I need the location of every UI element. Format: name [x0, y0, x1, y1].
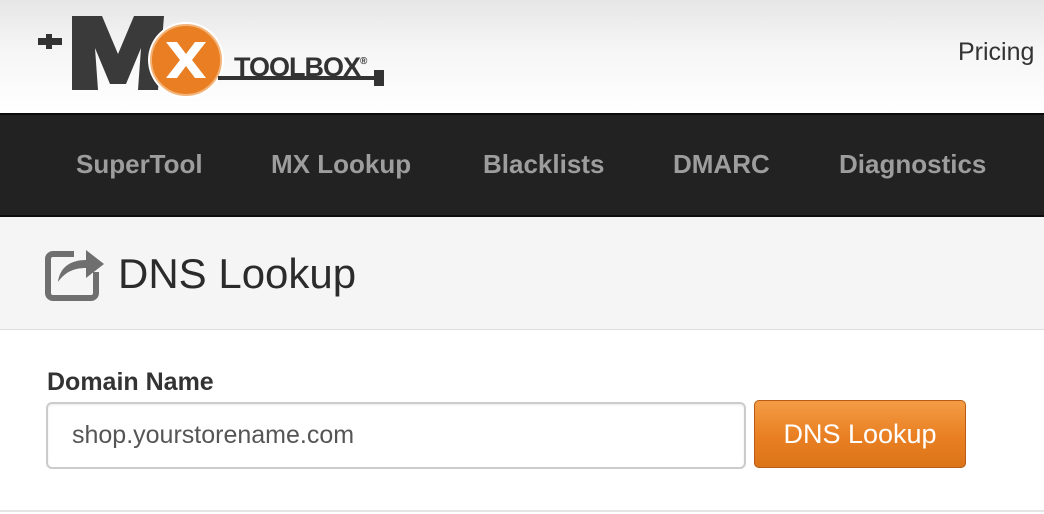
pricing-link[interactable]: Pricing: [958, 38, 1034, 67]
mxtoolbox-logo[interactable]: TOOLBOX®: [38, 14, 388, 102]
share-arrow-icon: [44, 240, 108, 302]
divider: [0, 510, 1044, 512]
page-title: DNS Lookup: [118, 250, 357, 297]
nav-item-mx-lookup[interactable]: MX Lookup: [271, 149, 411, 180]
nav-item-blacklists[interactable]: Blacklists: [483, 149, 604, 180]
nav-item-dmarc[interactable]: DMARC: [673, 149, 770, 180]
main-navbar: SuperTool MX Lookup Blacklists DMARC Dia…: [0, 113, 1044, 217]
page: TOOLBOX® Pricing SuperTool MX Lookup Bla…: [0, 0, 1044, 514]
nav-item-supertool[interactable]: SuperTool: [76, 149, 203, 180]
logo-wordmark: TOOLBOX®: [234, 52, 367, 82]
domain-name-input[interactable]: [46, 402, 746, 469]
nav-item-diagnostics[interactable]: Diagnostics: [839, 149, 986, 180]
site-header: TOOLBOX® Pricing: [0, 0, 1044, 113]
domain-name-label: Domain Name: [47, 368, 214, 396]
dns-lookup-button[interactable]: DNS Lookup: [754, 400, 966, 468]
